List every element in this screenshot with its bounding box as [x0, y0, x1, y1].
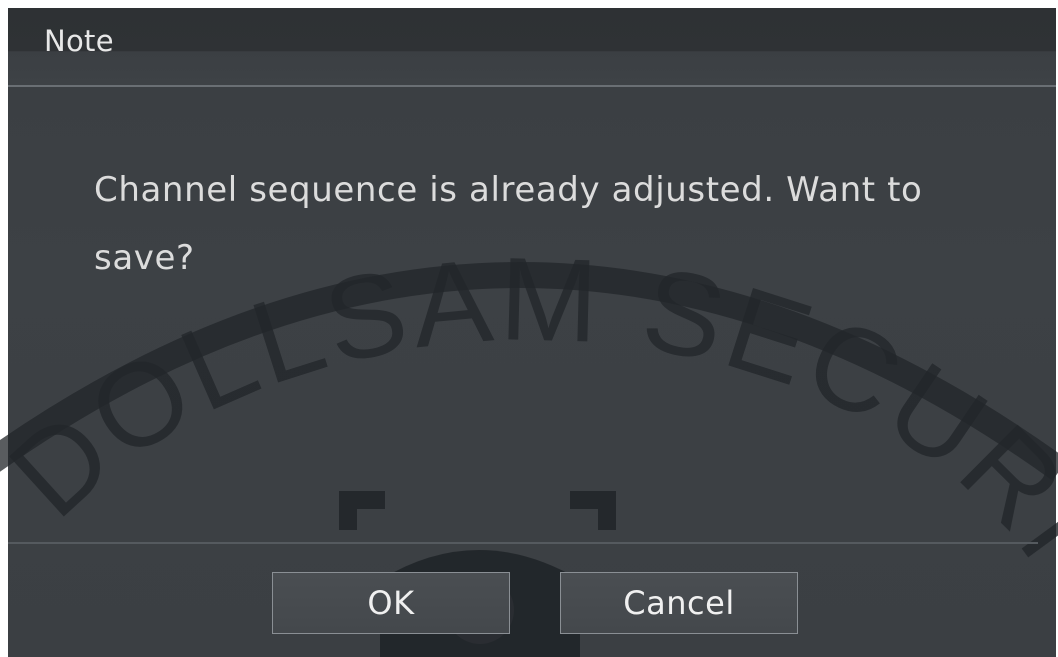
- ok-button[interactable]: OK: [272, 572, 510, 634]
- screen: Note Channel sequence is already adjuste…: [0, 0, 1058, 657]
- note-dialog: Note Channel sequence is already adjuste…: [8, 8, 1056, 657]
- footer-divider: [8, 542, 1038, 544]
- dialog-titlebar: [8, 8, 1056, 86]
- dialog-message: Channel sequence is already adjusted. Wa…: [94, 170, 923, 278]
- dialog-title: Note: [44, 24, 114, 58]
- cancel-button[interactable]: Cancel: [560, 572, 798, 634]
- titlebar-divider: [8, 85, 1056, 87]
